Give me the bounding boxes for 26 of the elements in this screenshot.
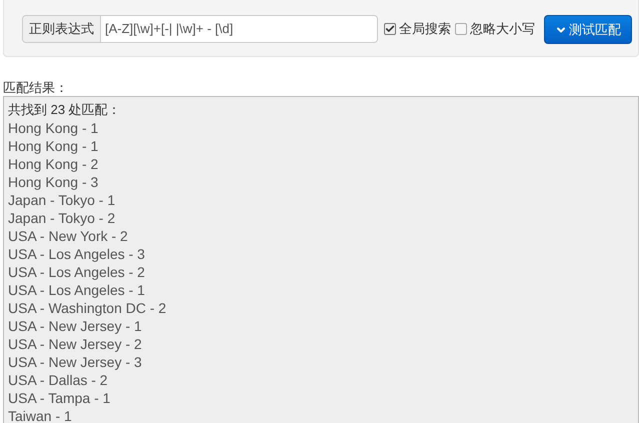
match-line: USA - New Jersey - 1 <box>8 317 142 335</box>
match-line: USA - Los Angeles - 1 <box>8 281 145 299</box>
match-line: Hong Kong - 1 <box>8 137 98 155</box>
checkbox-label: 忽略大小写 <box>470 20 535 38</box>
match-line: Hong Kong - 3 <box>8 173 98 191</box>
match-line: USA - Dallas - 2 <box>8 371 108 389</box>
match-line: Hong Kong - 1 <box>8 119 98 137</box>
checkbox[interactable] <box>455 23 467 35</box>
checkbox[interactable] <box>384 23 396 35</box>
checkbox-label: 全局搜索 <box>399 20 451 38</box>
test-match-button[interactable]: 测试匹配 <box>544 15 632 44</box>
match-line: USA - Washington DC - 2 <box>8 299 166 317</box>
match-line: Japan - Tokyo - 1 <box>8 191 116 209</box>
match-line: USA - Tampa - 1 <box>8 389 110 407</box>
input-addon-label: 正则表达式 <box>22 15 101 43</box>
match-line: USA - New Jersey - 2 <box>8 335 142 353</box>
regex-input-field[interactable]: [A-Z][\w]+[-| |\w]+ - [\d] <box>101 15 378 43</box>
results-summary: 共找到 23 处匹配： <box>8 101 121 119</box>
match-line: Japan - Tokyo - 2 <box>8 209 116 227</box>
match-line: Taiwan - 1 <box>8 407 72 423</box>
match-line: Hong Kong - 2 <box>8 155 98 173</box>
match-line: USA - Los Angeles - 2 <box>8 263 145 281</box>
match-line: USA - New York - 2 <box>8 227 128 245</box>
match-line: USA - Los Angeles - 3 <box>8 245 145 263</box>
match-line: USA - New Jersey - 3 <box>8 353 142 371</box>
results-heading: 匹配结果： <box>3 79 68 96</box>
